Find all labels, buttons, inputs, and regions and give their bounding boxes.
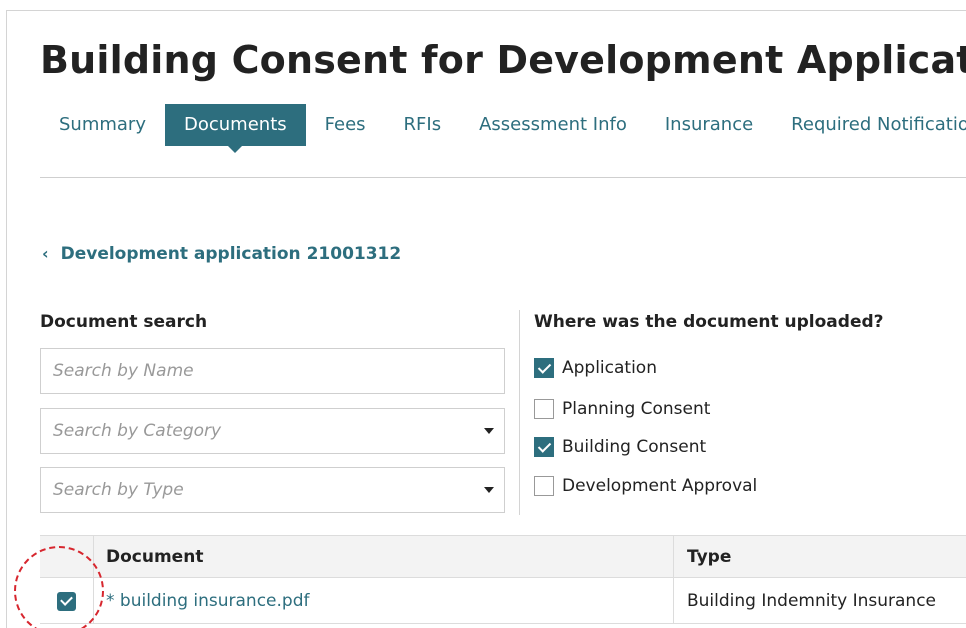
tab-summary[interactable]: Summary xyxy=(40,104,165,146)
tab-divider xyxy=(40,177,966,178)
search-by-name-field xyxy=(40,348,505,394)
search-by-category-input[interactable] xyxy=(41,409,504,453)
search-by-category-select[interactable] xyxy=(40,408,505,454)
page-title: Building Consent for Development Applica… xyxy=(40,38,966,82)
column-header-type[interactable]: Type xyxy=(687,536,731,579)
tab-rfis[interactable]: RFIs xyxy=(385,104,461,146)
document-search-heading: Document search xyxy=(40,312,208,332)
tab-fees[interactable]: Fees xyxy=(306,104,385,146)
building-consent-checkbox[interactable] xyxy=(534,437,554,457)
frame-left-border xyxy=(6,10,7,628)
chevron-left-icon: ‹ xyxy=(42,244,49,263)
search-by-type-select[interactable] xyxy=(40,467,505,513)
documents-table: Document Type * building insurance.pdf B… xyxy=(40,535,966,624)
column-separator xyxy=(673,536,674,577)
planning-consent-checkbox-label: Planning Consent xyxy=(562,399,711,419)
upload-option-planning-consent[interactable]: Planning Consent xyxy=(534,398,710,420)
development-approval-checkbox[interactable] xyxy=(534,476,554,496)
tab-assessment-info[interactable]: Assessment Info xyxy=(460,104,646,146)
filter-divider xyxy=(519,310,520,515)
column-separator xyxy=(673,578,674,623)
caret-down-icon[interactable] xyxy=(484,428,494,434)
application-checkbox[interactable] xyxy=(534,358,554,378)
tab-required-notification[interactable]: Required Notification xyxy=(772,104,966,146)
tab-insurance[interactable]: Insurance xyxy=(646,104,772,146)
document-link[interactable]: * building insurance.pdf xyxy=(106,578,310,624)
table-row[interactable]: * building insurance.pdf Building Indemn… xyxy=(40,578,966,624)
app-frame: Building Consent for Development Applica… xyxy=(0,0,966,628)
planning-consent-checkbox[interactable] xyxy=(534,399,554,419)
table-header-row: Document Type xyxy=(40,535,966,578)
tab-bar: Summary Documents Fees RFIs Assessment I… xyxy=(40,104,966,153)
column-header-document[interactable]: Document xyxy=(106,536,203,579)
highlight-annotation-circle xyxy=(14,546,104,628)
development-approval-checkbox-label: Development Approval xyxy=(562,476,758,496)
frame-top-border xyxy=(6,10,966,11)
application-checkbox-label: Application xyxy=(562,358,657,378)
back-link-label: Development application 21001312 xyxy=(60,244,402,264)
search-by-type-input[interactable] xyxy=(41,468,504,512)
upload-option-building-consent[interactable]: Building Consent xyxy=(534,436,706,458)
caret-down-icon[interactable] xyxy=(484,487,494,493)
upload-option-development-approval[interactable]: Development Approval xyxy=(534,475,757,497)
tab-documents[interactable]: Documents xyxy=(165,104,306,153)
upload-option-application[interactable]: Application xyxy=(534,357,657,379)
search-by-name-input[interactable] xyxy=(41,349,504,393)
building-consent-checkbox-label: Building Consent xyxy=(562,437,707,457)
back-to-application-link[interactable]: ‹ Development application 21001312 xyxy=(42,244,401,264)
document-type-cell: Building Indemnity Insurance xyxy=(687,591,936,611)
upload-location-heading: Where was the document uploaded? xyxy=(534,312,884,332)
